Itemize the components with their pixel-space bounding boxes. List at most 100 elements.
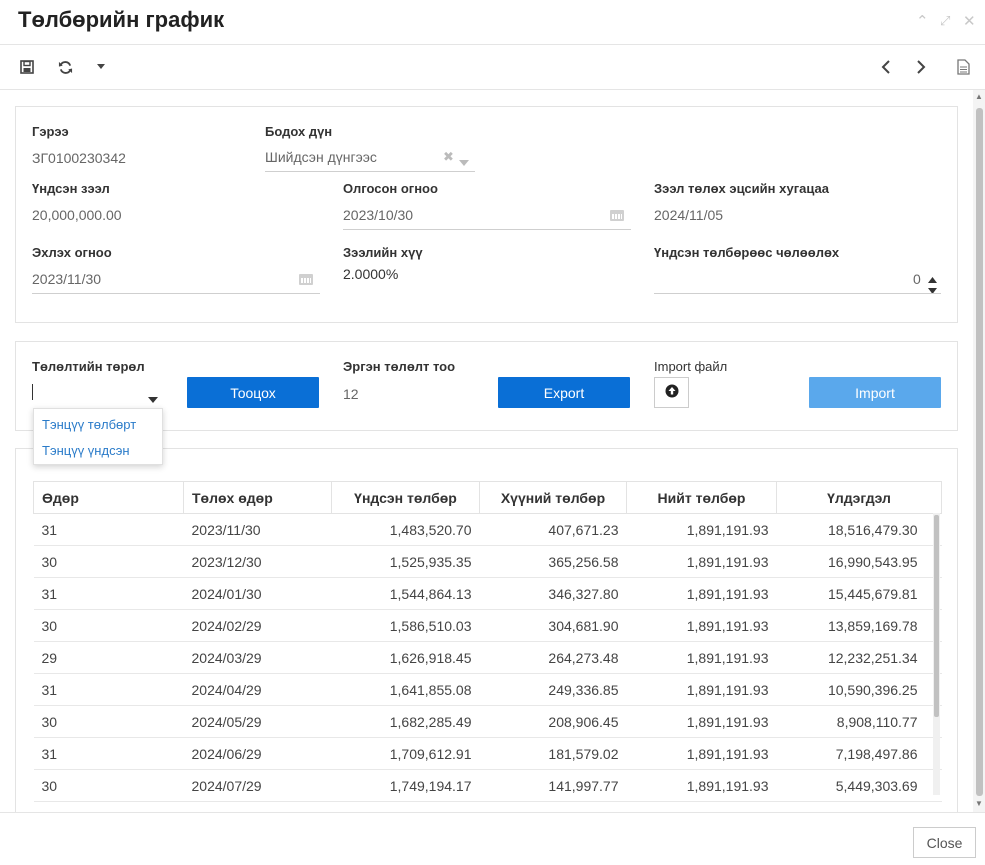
save-icon[interactable] bbox=[17, 57, 37, 77]
payment-count-value: 12 bbox=[343, 386, 359, 402]
table-cell: 31 bbox=[33, 737, 184, 770]
table-scrollbar[interactable] bbox=[933, 513, 940, 795]
table-cell: 1,749,194.17 bbox=[331, 769, 480, 802]
table-cell: 18,516,479.30 bbox=[776, 513, 942, 546]
table-row[interactable]: 30 2024/07/29 1,749,194.17 141,997.77 1,891,… bbox=[33, 769, 942, 802]
collapse-icon[interactable]: ⌃ bbox=[916, 12, 929, 30]
caret-down-icon[interactable] bbox=[459, 153, 469, 169]
table-cell: 2024/03/29 bbox=[183, 641, 332, 674]
import-file-label: Import файл bbox=[654, 359, 728, 374]
table-cell: 1,709,612.91 bbox=[331, 737, 480, 770]
maturity-label: Зээл төлөх эцсийн хугацаа bbox=[654, 181, 829, 196]
upload-file-button[interactable] bbox=[654, 377, 689, 408]
window-scrollbar-thumb[interactable] bbox=[976, 108, 983, 796]
import-button[interactable]: Import bbox=[809, 377, 941, 408]
interest-rate-label: Зээлийн хүү bbox=[343, 245, 423, 260]
table-cell: 1,483,520.70 bbox=[331, 513, 480, 546]
calc-amount-label: Бодох дүн bbox=[265, 124, 333, 139]
table-row[interactable]: 29 2024/03/29 1,626,918.45 264,273.48 1,891,… bbox=[33, 641, 942, 674]
table-row[interactable]: 31 2024/01/30 1,544,864.13 346,327.80 1,891,… bbox=[33, 577, 942, 610]
column-header-interest[interactable]: Хүүний төлбөр bbox=[479, 481, 627, 514]
table-cell: 1,891,191.93 bbox=[626, 737, 777, 770]
table-cell: 8,908,110.77 bbox=[776, 705, 942, 738]
window-title: Төлбөрийн график bbox=[18, 7, 225, 32]
disbursed-date-underline bbox=[343, 229, 631, 230]
column-header-total[interactable]: Нийт төлбөр bbox=[626, 481, 777, 514]
payment-count-label: Эргэн төлөлт тоо bbox=[343, 359, 456, 374]
close-button[interactable]: Close bbox=[913, 827, 976, 858]
table-cell: 1,891,191.93 bbox=[626, 513, 777, 546]
disbursed-date-field[interactable]: 2023/10/30 bbox=[343, 200, 631, 230]
column-header-balance[interactable]: Үлдэгдэл bbox=[776, 481, 942, 514]
table-cell: 12,232,251.34 bbox=[776, 641, 942, 674]
table-cell: 1,891,191.93 bbox=[626, 545, 777, 578]
caret-down-icon[interactable] bbox=[91, 57, 111, 77]
calendar-icon[interactable] bbox=[610, 208, 624, 221]
calc-amount-value: Шийдсэн дүнгээс bbox=[265, 149, 377, 165]
chevron-left-icon[interactable] bbox=[876, 57, 896, 77]
close-window-icon[interactable]: ✕ bbox=[963, 12, 976, 30]
start-date-label: Эхлэх огноо bbox=[32, 245, 112, 260]
chevron-right-icon[interactable] bbox=[911, 57, 931, 77]
table-cell: 1,544,864.13 bbox=[331, 577, 480, 610]
principal-value: 20,000,000.00 bbox=[32, 207, 122, 223]
maturity-value: 2024/11/05 bbox=[654, 207, 724, 223]
table-cell: 5,449,303.69 bbox=[776, 769, 942, 802]
calculate-button[interactable]: Тооцох bbox=[187, 377, 319, 408]
table-row[interactable]: 31 2024/06/29 1,709,612.91 181,579.02 1,891,… bbox=[33, 737, 942, 770]
scroll-down-icon[interactable]: ▼ bbox=[975, 799, 983, 808]
table-row[interactable]: 30 2023/12/30 1,525,935.35 365,256.58 1,891,… bbox=[33, 545, 942, 578]
dropdown-option-equal-principal[interactable]: Тэнцүү үндсэн bbox=[42, 443, 130, 458]
text-cursor bbox=[32, 384, 33, 400]
column-header-due-date[interactable]: Төлөх өдөр bbox=[183, 481, 332, 514]
caret-down-icon[interactable] bbox=[148, 390, 158, 406]
grace-value: 0 bbox=[913, 271, 921, 287]
table-cell: 365,256.58 bbox=[479, 545, 627, 578]
stepper-down-icon[interactable] bbox=[928, 281, 937, 297]
table-row[interactable]: 31 2024/04/29 1,641,855.08 249,336.85 1,891,… bbox=[33, 673, 942, 706]
table-row[interactable]: 31 2023/11/30 1,483,520.70 407,671.23 1,891,… bbox=[33, 513, 942, 546]
calc-amount-select[interactable]: Шийдсэн дүнгээс ✖ bbox=[265, 143, 475, 172]
grace-label: Үндсэн төлбөрөөс чөлөөлөх bbox=[654, 245, 840, 260]
table-scrollbar-thumb[interactable] bbox=[934, 515, 939, 717]
table-cell: 31 bbox=[33, 513, 184, 546]
table-cell: 1,525,935.35 bbox=[331, 545, 480, 578]
disbursed-date-value: 2023/10/30 bbox=[343, 207, 414, 223]
principal-label: Үндсэн зээл bbox=[32, 181, 110, 196]
payment-type-select[interactable] bbox=[32, 378, 162, 408]
window-titlebar: Төлбөрийн график ⌃ ⤢ ✕ bbox=[0, 0, 985, 45]
window-scrollbar[interactable]: ▲ ▼ bbox=[973, 90, 985, 812]
table-cell: 2023/11/30 bbox=[183, 513, 332, 546]
document-icon[interactable] bbox=[953, 57, 973, 77]
schedule-table: Өдөр Төлөх өдөр Үндсэн төлбөр Хүүний төл… bbox=[33, 481, 942, 802]
refresh-icon[interactable] bbox=[55, 57, 75, 77]
start-date-value: 2023/11/30 bbox=[32, 271, 102, 287]
start-date-field[interactable]: 2023/11/30 bbox=[32, 264, 320, 294]
scroll-up-icon[interactable]: ▲ bbox=[975, 92, 983, 101]
export-button[interactable]: Export bbox=[498, 377, 630, 408]
table-cell: 1,586,510.03 bbox=[331, 609, 480, 642]
table-cell: 1,891,191.93 bbox=[626, 769, 777, 802]
table-cell: 346,327.80 bbox=[479, 577, 627, 610]
dropdown-option-equal-payment[interactable]: Тэнцүү төлбөрт bbox=[42, 417, 136, 432]
column-header-day[interactable]: Өдөр bbox=[33, 481, 184, 514]
calendar-icon[interactable] bbox=[299, 272, 313, 285]
table-cell: 10,590,396.25 bbox=[776, 673, 942, 706]
table-cell: 2024/07/29 bbox=[183, 769, 332, 802]
table-cell: 2024/05/29 bbox=[183, 705, 332, 738]
table-cell: 1,891,191.93 bbox=[626, 609, 777, 642]
maximize-icon[interactable]: ⤢ bbox=[940, 13, 950, 29]
grace-stepper[interactable]: 0 bbox=[654, 264, 941, 294]
table-cell: 15,445,679.81 bbox=[776, 577, 942, 610]
table-cell: 181,579.02 bbox=[479, 737, 627, 770]
table-cell: 29 bbox=[33, 641, 184, 674]
table-cell: 2024/04/29 bbox=[183, 673, 332, 706]
contract-label: Гэрээ bbox=[32, 124, 69, 139]
arrow-up-circle-icon bbox=[665, 384, 679, 401]
clear-icon[interactable]: ✖ bbox=[443, 149, 454, 165]
column-header-principal[interactable]: Үндсэн төлбөр bbox=[331, 481, 480, 514]
disbursed-date-label: Олгосон огноо bbox=[343, 181, 438, 196]
table-row[interactable]: 30 2024/05/29 1,682,285.49 208,906.45 1,891,… bbox=[33, 705, 942, 738]
table-row[interactable]: 30 2024/02/29 1,586,510.03 304,681.90 1,891,… bbox=[33, 609, 942, 642]
table-cell: 1,641,855.08 bbox=[331, 673, 480, 706]
